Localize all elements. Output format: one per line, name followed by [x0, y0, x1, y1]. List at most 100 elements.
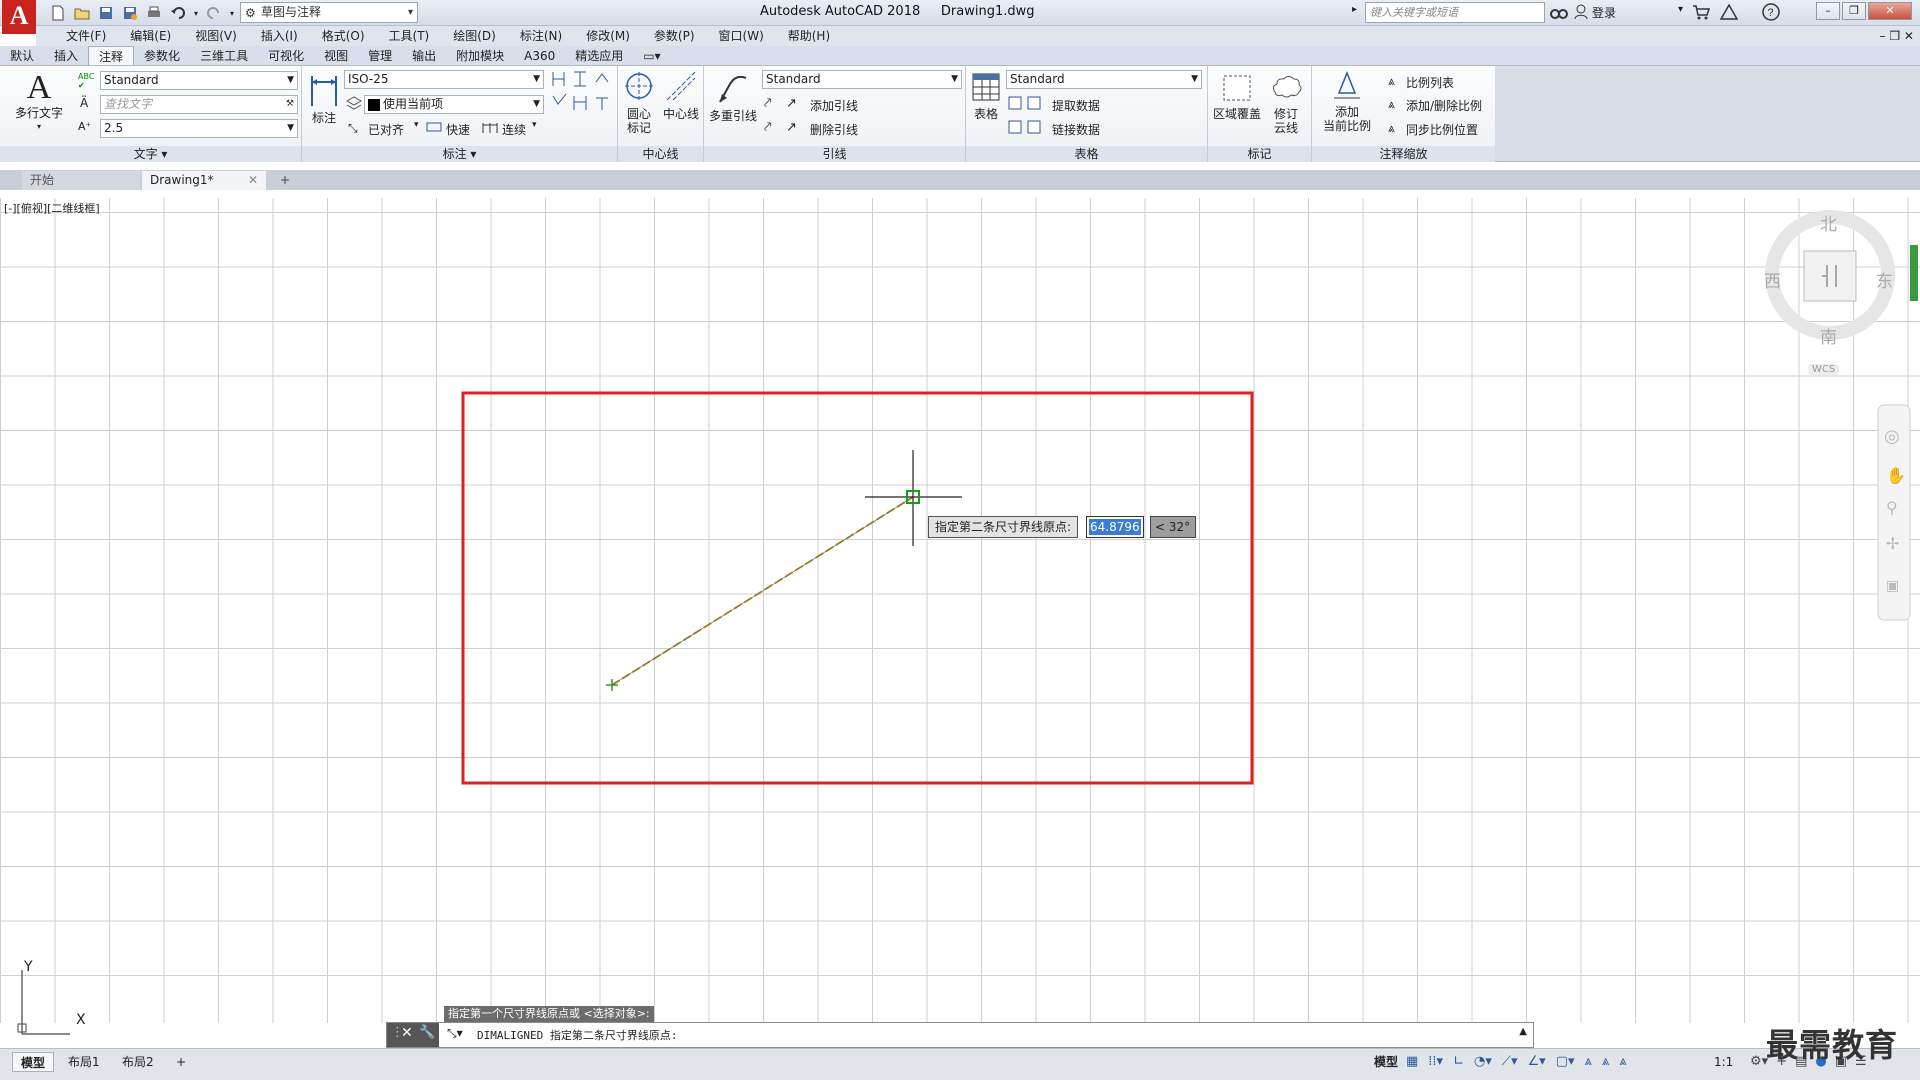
layout2-tab[interactable]: 布局2: [114, 1052, 162, 1072]
wrench-icon[interactable]: 🔧: [419, 1025, 435, 1040]
dimension-button[interactable]: 标注: [306, 72, 342, 125]
annotation-visibility-icon[interactable]: ⩓: [1585, 1054, 1592, 1069]
command-history-toggle[interactable]: ▲: [1519, 1026, 1527, 1037]
search-input[interactable]: 键入关键字或短语: [1365, 2, 1545, 23]
revcloud-button[interactable]: 修订 云线: [1264, 72, 1308, 135]
tab-default[interactable]: 默认: [0, 46, 44, 65]
tab-featured-apps[interactable]: 精选应用: [565, 46, 633, 65]
remove-leader-button[interactable]: 删除引线: [810, 121, 858, 138]
sync-scale-button[interactable]: 同步比例位置: [1406, 121, 1478, 138]
tab-visualize[interactable]: 可视化: [258, 46, 314, 65]
dimension-layer-select[interactable]: 使用当前项 ▼: [364, 95, 544, 114]
dynamic-input-length[interactable]: 64.8796: [1086, 516, 1144, 538]
a360-icon[interactable]: [1719, 3, 1739, 23]
osnap-icon[interactable]: ▢▾: [1556, 1054, 1575, 1069]
tab-manage[interactable]: 管理: [358, 46, 402, 65]
centerline-button[interactable]: 中心线: [660, 70, 702, 121]
tab-annotate[interactable]: 注释: [88, 46, 135, 65]
new-tab-button[interactable]: +: [274, 171, 296, 190]
link-data-button[interactable]: 链接数据: [1052, 121, 1100, 138]
menu-draw[interactable]: 绘图(D): [441, 26, 508, 46]
model-space-button[interactable]: 模型: [1366, 1052, 1406, 1072]
dimension-style-select[interactable]: ISO-25 ▼: [344, 70, 544, 89]
menu-dimension[interactable]: 标注(N): [508, 26, 574, 46]
redo-icon[interactable]: [204, 3, 224, 23]
zoom-icon[interactable]: ⚲: [1886, 498, 1898, 517]
login-dropdown-icon[interactable]: ▾: [1678, 4, 1683, 15]
menu-window[interactable]: 窗口(W): [707, 26, 776, 46]
ortho-icon[interactable]: ∟: [1453, 1054, 1464, 1069]
table-button[interactable]: 表格: [968, 72, 1004, 121]
menu-insert[interactable]: 插入(I): [249, 26, 310, 46]
continue-dim-button[interactable]: 连续: [502, 121, 526, 138]
annotation-scale-icon[interactable]: ⩓: [1619, 1054, 1626, 1069]
binoculars-icon[interactable]: [1550, 4, 1568, 23]
auto-scale-icon[interactable]: ⩓: [1602, 1054, 1609, 1069]
menu-file[interactable]: 文件(F): [54, 26, 118, 46]
table-style-select[interactable]: Standard ▼: [1006, 70, 1202, 89]
menu-help[interactable]: 帮助(H): [776, 26, 842, 46]
undo-dropdown-icon[interactable]: ▾: [192, 3, 200, 23]
tab-start[interactable]: 开始: [22, 171, 140, 190]
multileader-button[interactable]: 多重引线: [706, 72, 760, 123]
search-expand-icon[interactable]: ▸: [1352, 4, 1357, 15]
viewport-controls[interactable]: [-][俯视][二维线框]: [4, 200, 100, 216]
text-height-select[interactable]: 2.5 ▼: [100, 119, 298, 138]
menu-modify[interactable]: 修改(M): [574, 26, 642, 46]
tab-insert[interactable]: 插入: [44, 46, 88, 65]
spellcheck-icon[interactable]: ABC ✔: [78, 72, 94, 90]
viewcube-north[interactable]: 北: [1820, 210, 1837, 235]
center-mark-button[interactable]: 圆心 标记: [620, 70, 658, 135]
mtext-button[interactable]: A 多行文字 ▾: [10, 70, 68, 134]
close-icon[interactable]: ✕: [401, 1025, 413, 1041]
text-style-select[interactable]: Standard ▼: [100, 71, 298, 90]
dim-aligned-dropdown[interactable]: ▾: [414, 120, 419, 130]
close-button[interactable]: ✕: [1868, 2, 1912, 20]
menu-tools[interactable]: 工具(T): [377, 26, 442, 46]
workspace-switcher[interactable]: ⚙ 草图与注释 ▾: [240, 2, 418, 23]
dim-aligned-button[interactable]: 已对齐: [368, 121, 404, 138]
tab-3d-tools[interactable]: 三维工具: [190, 46, 258, 65]
tab-view[interactable]: 视图: [314, 46, 358, 65]
dim-command-icon[interactable]: ⤡▾: [447, 1026, 463, 1041]
scale-list-button[interactable]: 比例列表: [1406, 74, 1454, 91]
menu-format[interactable]: 格式(O): [310, 26, 377, 46]
viewcube-east[interactable]: 东: [1876, 267, 1893, 292]
quick-dim-button[interactable]: 快速: [446, 121, 470, 138]
tab-parametric[interactable]: 参数化: [134, 46, 190, 65]
panel-title-leader[interactable]: 引线: [704, 146, 965, 162]
pan-icon[interactable]: ✋: [1886, 466, 1906, 485]
app-menu-button[interactable]: A: [2, 0, 36, 34]
osnap-track-icon[interactable]: ∠▾: [1528, 1054, 1546, 1069]
tab-a360[interactable]: A360: [514, 46, 565, 65]
menu-parametric[interactable]: 参数(P): [642, 26, 707, 46]
undo-icon[interactable]: [168, 3, 188, 23]
drawing-canvas[interactable]: [0, 198, 1920, 1023]
dynamic-input-angle[interactable]: < 32°: [1150, 516, 1196, 538]
polar-icon[interactable]: ◔▾: [1474, 1054, 1492, 1069]
command-input[interactable]: DIMALIGNED 指定第二条尺寸界线原点:: [477, 1027, 677, 1043]
tab-output[interactable]: 输出: [402, 46, 446, 65]
wipeout-button[interactable]: 区域覆盖: [1212, 72, 1262, 121]
isodraft-icon[interactable]: ⟋▾: [1502, 1054, 1518, 1069]
continue-dropdown[interactable]: ▾: [532, 120, 537, 130]
mleader-style-select[interactable]: Standard ▼: [762, 70, 962, 89]
grid-icon[interactable]: ▦: [1406, 1054, 1418, 1069]
add-current-scale-button[interactable]: 添加 当前比例: [1314, 70, 1380, 133]
dim-tools-icon[interactable]: [550, 70, 616, 121]
add-delete-scale-button[interactable]: 添加/删除比例: [1406, 97, 1482, 114]
wcs-menu[interactable]: WCS: [1808, 364, 1840, 375]
find-text-input[interactable]: 查找文字 ⚒: [100, 95, 298, 114]
menu-view[interactable]: 视图(V): [183, 26, 249, 46]
help-icon[interactable]: ?: [1762, 3, 1780, 24]
save-as-icon[interactable]: [120, 3, 140, 23]
redo-dropdown-icon[interactable]: ▾: [228, 3, 236, 23]
showmotion-icon[interactable]: ▣: [1886, 578, 1899, 594]
doc-window-controls[interactable]: – ❐ ✕: [1880, 26, 1914, 46]
panel-title-text[interactable]: 文字 ▾: [0, 146, 301, 162]
open-folder-icon[interactable]: [72, 3, 92, 23]
cart-icon[interactable]: [1692, 4, 1711, 23]
command-line[interactable]: ⋮ ✕ 🔧 ⤡▾ DIMALIGNED 指定第二条尺寸界线原点: ▲: [386, 1022, 1534, 1048]
model-tab[interactable]: 模型: [12, 1052, 55, 1072]
print-icon[interactable]: [144, 3, 164, 23]
